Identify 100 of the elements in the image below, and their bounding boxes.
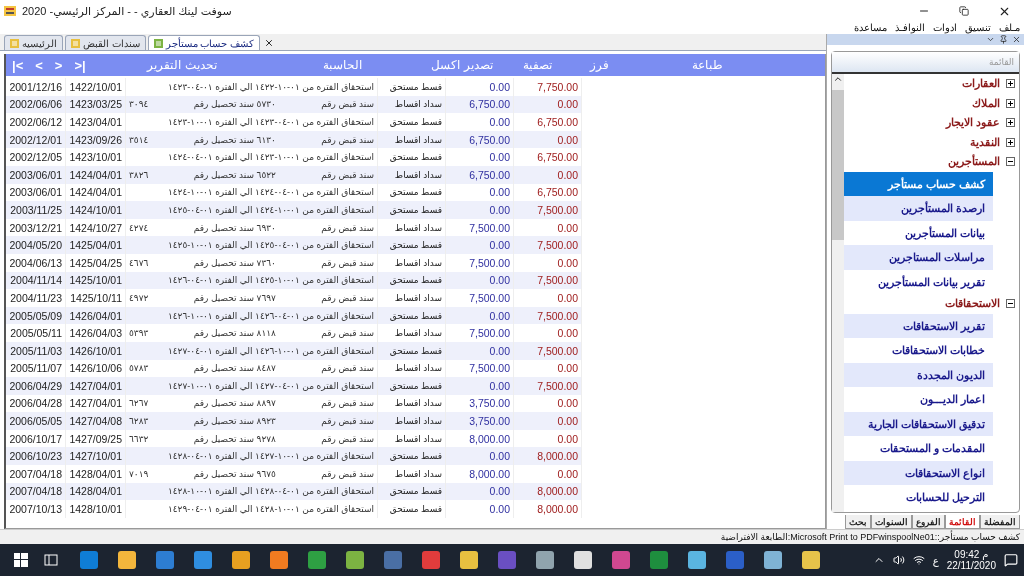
tree-group[interactable]: العقارات xyxy=(962,77,1000,91)
description-text: ٦٢٦٧ xyxy=(129,398,149,409)
document-tab[interactable]: سندات القبض xyxy=(65,35,146,50)
tree-group[interactable]: المستأجرين xyxy=(948,155,1000,169)
app-icon[interactable] xyxy=(764,551,782,569)
collapse-icon[interactable] xyxy=(1006,157,1015,167)
tree-group[interactable]: الاستحقاقات xyxy=(945,297,1000,311)
scroll-up-icon[interactable] xyxy=(833,74,843,84)
document-icon xyxy=(71,38,80,48)
close-icon[interactable] xyxy=(1012,35,1021,44)
window-title: سوفت لينك العقاري - - المركز الرئيسي- 2020 xyxy=(22,4,232,18)
app-icon[interactable] xyxy=(460,551,478,569)
app-icon[interactable] xyxy=(498,551,516,569)
expand-icon[interactable] xyxy=(1006,98,1015,108)
menu-item[interactable]: ادوات xyxy=(933,22,957,33)
notification-icon[interactable] xyxy=(1004,553,1018,567)
app-icon[interactable] xyxy=(194,551,212,569)
description-text: سند قبض رقم xyxy=(321,222,374,233)
expand-icon[interactable] xyxy=(1006,79,1015,89)
description-text: سند قبض رقم xyxy=(321,416,374,427)
tree-item[interactable]: مراسلات المستاجرين xyxy=(844,245,993,270)
description-text: سند قبض رقم xyxy=(321,398,374,409)
document-tab[interactable]: كشف حساب مستأجر xyxy=(147,35,260,50)
status-text: كشف حساب مستأجر::Microsoft Print to PDFwinspoolNe01:الطابعة الافتراضية xyxy=(720,532,1020,542)
menu-item[interactable]: تنسيق xyxy=(965,22,991,33)
app-icon[interactable] xyxy=(270,551,288,569)
table-cell: 7,500.00 xyxy=(514,201,582,219)
app-icon[interactable] xyxy=(650,551,668,569)
table-cell: 1425/04/01 xyxy=(66,236,126,254)
table-cell: 0.00 xyxy=(446,447,514,466)
tree-item[interactable]: ارصدة المستأجرين xyxy=(844,196,993,221)
app-icon[interactable] xyxy=(156,551,174,569)
panel-tab[interactable]: المفضلة xyxy=(980,515,1020,529)
description-text: ٥٣٩٣ xyxy=(129,328,149,339)
table-cell: قسط مستحق xyxy=(378,447,446,466)
table-cell: قسط مستحق xyxy=(378,236,446,254)
expand-icon[interactable] xyxy=(1006,137,1015,147)
app-icon[interactable] xyxy=(422,551,440,569)
description-text: ٦٥٢٢ سند تحصيل رقم xyxy=(193,169,276,180)
app-icon[interactable] xyxy=(574,551,592,569)
menu-item[interactable]: مـلف xyxy=(999,22,1020,33)
description-text: سند قبض رقم xyxy=(321,328,374,339)
app-icon[interactable] xyxy=(346,551,364,569)
panel-tab[interactable]: القائمة xyxy=(945,515,980,529)
table-cell: 0.00 xyxy=(446,201,514,219)
description-text: ٧٠١٩ xyxy=(129,468,149,479)
menu-item[interactable]: مساعدة xyxy=(854,22,887,33)
description-text: ٨٤٨٧ سند تحصيل رقم xyxy=(193,363,276,374)
app-icon[interactable] xyxy=(536,551,554,569)
app-icon[interactable] xyxy=(118,551,136,569)
panel-tab[interactable]: بحث xyxy=(845,515,871,529)
description-text: ٤٩٧٢ xyxy=(129,292,149,303)
description-text: سند قبض رقم xyxy=(321,169,374,180)
app-icon[interactable] xyxy=(726,551,744,569)
language-indicator[interactable]: ع xyxy=(932,554,939,566)
description-cell: استحقاق الفتره من ٠١-٠٤-١٤٢٧ الي الفتره ٠١-١٠-١٤٢٧ xyxy=(126,377,378,395)
app-icon[interactable] xyxy=(688,551,706,569)
table-cell: قسط مستحق xyxy=(378,377,446,395)
tree-group[interactable]: الملاك xyxy=(972,96,1000,110)
document-tab[interactable]: الرئيسيه xyxy=(4,35,63,50)
description-text: سند قبض رقم xyxy=(321,99,374,110)
description-text: ٦١٣٠ سند تحصيل رقم xyxy=(193,134,276,145)
table-cell: 1427/04/08 xyxy=(66,412,126,430)
description-text: ٥٧٣٠ سند تحصيل رقم xyxy=(193,99,276,110)
description-text: ٤٦٧٦ xyxy=(129,257,149,268)
description-text: سند قبض رقم xyxy=(321,292,374,303)
tree-item[interactable]: كشف حساب مستأجر xyxy=(844,171,993,196)
app-icon[interactable] xyxy=(384,551,402,569)
table-cell: 8,000.00 xyxy=(514,447,582,466)
app-icon[interactable] xyxy=(308,551,326,569)
description-text: ٥٧٨٣ xyxy=(129,363,149,374)
tree-item[interactable]: انواع الاستحقاقات xyxy=(844,460,993,485)
network-icon[interactable] xyxy=(912,554,925,566)
app-icon[interactable] xyxy=(80,551,98,569)
pin-icon[interactable] xyxy=(999,35,1008,44)
expand-icon[interactable] xyxy=(1006,118,1015,128)
description-cell: استحقاق الفتره من ٠١-١٠-١٤٢٤ الي الفتره ٠١-٠٤-١٤٢٥ xyxy=(126,201,378,219)
table-cell: 2003/11/25 xyxy=(6,201,66,219)
tree-item[interactable]: الديون المجددة xyxy=(844,362,993,387)
collapse-icon[interactable] xyxy=(1006,299,1015,309)
description-text: سند قبض رقم xyxy=(321,257,374,268)
speaker-icon[interactable] xyxy=(892,554,905,566)
table-cell: 7,500.00 xyxy=(514,377,582,395)
panel-tab[interactable]: الفروع xyxy=(912,515,945,529)
description-text: ٨٨٩٧ سند تحصيل رقم xyxy=(193,398,276,409)
tree-group[interactable]: عقود الايجار xyxy=(945,116,1000,130)
menu-item[interactable]: النوافـذ xyxy=(895,22,925,33)
app-icon[interactable] xyxy=(232,551,250,569)
app-icon[interactable] xyxy=(612,551,630,569)
description-text: سند قبض رقم xyxy=(321,433,374,444)
description-text: سند قبض رقم xyxy=(321,134,374,145)
app-icon[interactable] xyxy=(802,551,820,569)
description-text: ٧٦٩٧ سند تحصيل رقم xyxy=(193,292,276,303)
panel-tab[interactable]: السنوات xyxy=(871,515,912,529)
tree-item[interactable]: تدقيق الاستحقاقات الجارية xyxy=(844,411,993,436)
description-text: ٤٢٧٤ xyxy=(129,222,149,233)
tree-item[interactable]: تقرير الاستحقاقات xyxy=(844,313,993,338)
clock-date: 22/11/2020 xyxy=(946,560,996,571)
dropdown-icon[interactable] xyxy=(986,35,995,44)
tree-group[interactable]: النقدية xyxy=(970,135,1000,149)
